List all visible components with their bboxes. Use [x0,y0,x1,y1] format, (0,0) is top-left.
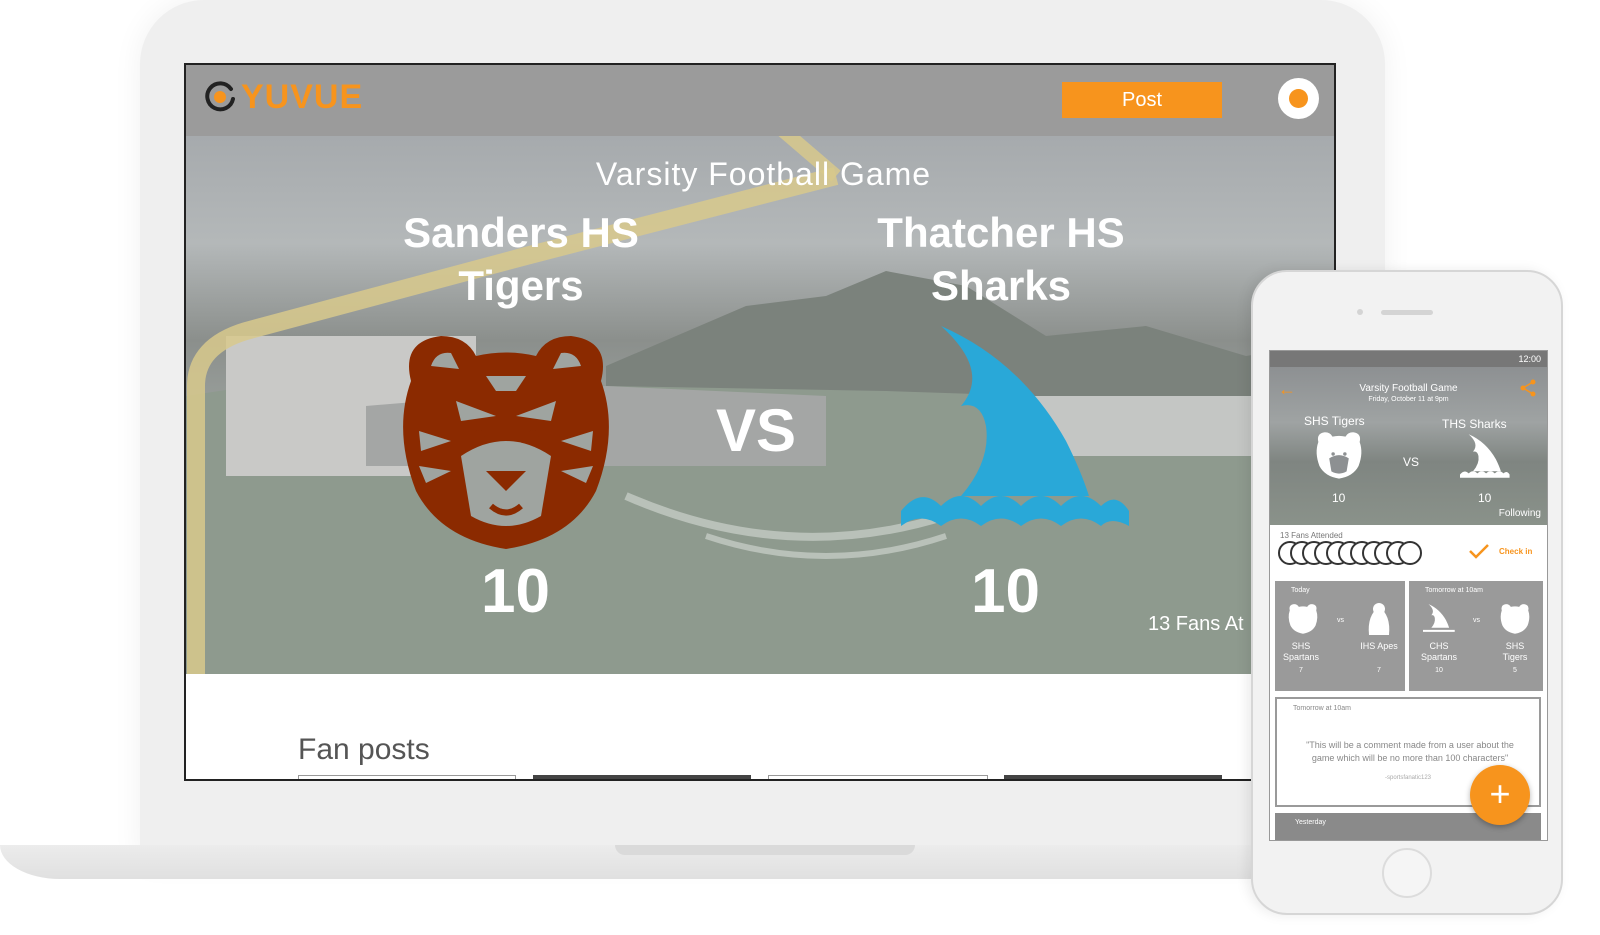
fan-post-card[interactable] [298,775,516,779]
phone-screen: 12:00 ← Varsity Football Game Friday, Oc… [1269,350,1548,841]
versus-label: VS [716,397,797,464]
shark-logo-icon [901,326,1129,526]
ape-icon [1368,603,1390,635]
home-score: 10 [481,557,550,626]
brand-logo[interactable]: YUVUE [204,79,363,115]
phone-tiger-icon [1316,432,1362,479]
game-card-team: SHS Spartans [1282,641,1320,662]
post-button[interactable]: Post [1062,82,1222,118]
fan-avatars[interactable] [1278,541,1423,565]
away-score: 10 [971,557,1040,626]
fan-post-card[interactable] [533,775,751,779]
fan-avatar [1398,541,1422,565]
home-team-name: Sanders HS Tigers [403,209,639,309]
game-card-vs: vs [1337,617,1344,624]
brand-name: YUVUE [241,78,364,116]
fan-posts-heading: Fan posts [298,733,430,766]
fans-attended-label: 13 Fans Attended [1280,531,1343,540]
check-icon[interactable] [1468,543,1490,559]
laptop-notch [615,845,915,855]
comment-time: Tomorrow at 10am [1293,705,1351,712]
status-bar: 12:00 [1270,351,1547,367]
phone-game-header: ← Varsity Football Game Friday, October … [1270,367,1547,525]
tiger-icon [1288,604,1318,634]
logo-icon [204,81,236,113]
phone-away-team: THS Sharks [1442,417,1507,431]
fan-post-card[interactable] [1004,775,1222,779]
tiger-logo-icon [403,336,609,549]
laptop-screen: YUVUE Post Varsity Football Game Sanders… [184,63,1336,781]
user-avatar[interactable] [1278,78,1319,119]
user-icon [1289,89,1308,108]
game-card-team: SHS Tigers [1502,641,1528,662]
game-card-time: Today [1291,587,1310,594]
game-card-score: 7 [1377,667,1381,674]
phone-camera [1357,309,1363,315]
game-card[interactable]: Today SHS Spartans 7 vs IHS Apes 7 [1275,581,1405,691]
fans-count[interactable]: 13 Fans At [1148,613,1244,636]
phone-home-button[interactable] [1382,848,1432,898]
shark-icon [1423,604,1455,632]
phone-shark-icon [1460,434,1510,478]
check-in-button[interactable]: Check in [1499,547,1532,556]
phone-event-date: Friday, October 11 at 9pm [1368,396,1449,403]
post-time: Yesterday [1295,819,1326,826]
game-card-vs: vs [1473,617,1480,624]
away-team-name: Thatcher HS Sharks [877,209,1125,309]
game-card-score: 5 [1513,667,1517,674]
phone-event-title: Varsity Football Game [1359,383,1458,394]
status-time: 12:00 [1518,354,1541,364]
phone-speaker [1381,310,1433,315]
top-nav-bar: YUVUE Post [186,65,1334,136]
tiger-icon [1500,604,1530,634]
game-card-score: 7 [1299,667,1303,674]
phone-away-score: 10 [1478,491,1492,505]
phone-versus: VS [1403,455,1420,469]
game-card-team: CHS Spartans [1420,641,1458,662]
phone-home-score: 10 [1332,491,1346,505]
phone-frame: 12:00 ← Varsity Football Game Friday, Oc… [1251,270,1563,915]
game-hero: Varsity Football Game Sanders HS Tigers … [186,136,1334,674]
following-button[interactable]: Following [1499,508,1541,519]
game-card-time: Tomorrow at 10am [1425,587,1483,594]
event-title: Varsity Football Game [595,156,932,192]
add-post-button[interactable]: + [1470,765,1530,825]
device-mockup: YUVUE Post Varsity Football Game Sanders… [0,0,1600,935]
phone-home-team: SHS Tigers [1304,414,1365,428]
game-card[interactable]: Tomorrow at 10am CHS Spartans 10 vs SHS … [1409,581,1543,691]
game-card-team: IHS Apes [1360,641,1398,651]
game-card-score: 10 [1435,667,1443,674]
fan-post-card[interactable] [768,775,988,779]
comment-text: "This will be a comment made from a user… [1306,740,1514,763]
